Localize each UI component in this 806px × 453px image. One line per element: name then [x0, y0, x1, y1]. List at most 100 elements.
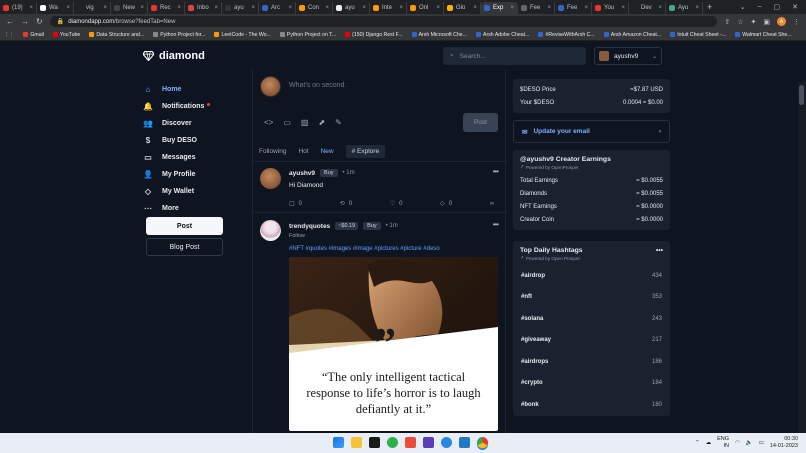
sidebar-post-button[interactable]: Post: [146, 217, 223, 235]
language-indicator[interactable]: ENG IN: [717, 436, 729, 450]
browser-menu-icon[interactable]: ⋮: [793, 18, 800, 26]
browser-tab[interactable]: ayu ×: [222, 2, 259, 14]
more-options-icon[interactable]: •••: [656, 247, 663, 254]
hashtag-row[interactable]: #solana 243: [513, 308, 670, 330]
office-icon[interactable]: [405, 437, 416, 448]
edit-icon[interactable]: ✎: [335, 118, 342, 127]
sidebar-item-notifications[interactable]: 🔔 Notifications: [143, 98, 225, 115]
post-avatar[interactable]: [260, 220, 281, 241]
bookmark-item[interactable]: Intuit Cheat Sheet -...: [670, 32, 726, 38]
close-icon[interactable]: ×: [325, 5, 329, 11]
tab-hot[interactable]: Hot: [298, 148, 308, 155]
share-icon[interactable]: ⇪: [724, 18, 730, 26]
embed-icon[interactable]: ⬈: [318, 118, 325, 127]
post-avatar[interactable]: [260, 168, 281, 189]
search-input[interactable]: ⌕ Search...: [443, 47, 586, 65]
sidebar-item-buy-deso[interactable]: $ Buy DESO: [143, 132, 225, 149]
browser-icon[interactable]: [441, 437, 452, 448]
chrome-icon[interactable]: [477, 437, 488, 448]
browser-tab[interactable]: Con ×: [296, 2, 333, 14]
tab-explore[interactable]: # Explore: [345, 145, 386, 158]
browser-tab[interactable]: Glo ×: [444, 2, 481, 14]
buy-button[interactable]: Buy: [363, 222, 381, 230]
post-options-icon[interactable]: •••: [493, 220, 499, 229]
chevron-up-icon[interactable]: ⌃: [695, 440, 700, 446]
sidebar-item-discover[interactable]: 👥 Discover: [143, 115, 225, 132]
close-icon[interactable]: ×: [658, 5, 662, 11]
hashtag-row[interactable]: #airdrops 186: [513, 351, 670, 373]
hashtag-row[interactable]: #airdrop 434: [513, 265, 670, 287]
bookmark-item[interactable]: YouTube: [52, 32, 80, 38]
app-icon[interactable]: [387, 437, 398, 448]
browser-tab[interactable]: Exp ×: [481, 2, 518, 14]
post-image[interactable]: ” “The only intelligent tactical respons…: [289, 257, 498, 431]
browser-tab[interactable]: Fee ×: [555, 2, 592, 14]
browser-tab[interactable]: Onl ×: [407, 2, 444, 14]
diamond-button[interactable]: ◇ 0: [440, 200, 452, 208]
close-icon[interactable]: ×: [473, 5, 477, 11]
close-icon[interactable]: ×: [66, 5, 70, 11]
minimize-icon[interactable]: –: [758, 3, 762, 11]
page-scrollbar[interactable]: [798, 82, 806, 433]
maximize-icon[interactable]: ▢: [774, 3, 781, 11]
bookmark-item[interactable]: #ReviseWithArsh C...: [538, 32, 595, 38]
browser-tab[interactable]: ayu ×: [333, 2, 370, 14]
volume-icon[interactable]: 🔈: [746, 440, 753, 446]
scrollbar-thumb[interactable]: [799, 85, 804, 105]
browser-tab[interactable]: Wa ×: [37, 2, 74, 14]
browser-tab[interactable]: Dev ×: [629, 2, 666, 14]
post-author[interactable]: trendyquotes: [289, 223, 330, 230]
post-hashtags[interactable]: #NFT #quotes #images #image #pictures #p…: [289, 246, 440, 252]
browser-tab[interactable]: Arc ×: [259, 2, 296, 14]
close-icon[interactable]: ×: [251, 5, 255, 11]
sidebar-item-messages[interactable]: ▭ Messages: [143, 149, 225, 166]
browser-tab[interactable]: Inte ×: [370, 2, 407, 14]
back-icon[interactable]: ←: [6, 17, 14, 26]
composer-post-button[interactable]: Post: [463, 113, 498, 132]
tab-following[interactable]: Following: [259, 148, 286, 155]
browser-tab[interactable]: New ×: [111, 2, 148, 14]
buy-button[interactable]: Buy: [320, 169, 338, 177]
browser-tab[interactable]: vig ×: [74, 2, 111, 14]
close-window-icon[interactable]: ✕: [792, 3, 798, 11]
close-icon[interactable]: ×: [621, 5, 625, 11]
cloud-icon[interactable]: ☁: [706, 440, 712, 446]
reload-icon[interactable]: ↻: [36, 17, 43, 26]
sidebar-item-more[interactable]: ⋯ More: [143, 200, 225, 217]
close-icon[interactable]: ×: [288, 5, 292, 11]
close-icon[interactable]: ×: [29, 5, 33, 11]
bookmark-item[interactable]: Python Project on T...: [279, 32, 336, 38]
hashtag-row[interactable]: #bonk 180: [513, 394, 670, 416]
sidepanel-icon[interactable]: ▣: [763, 18, 770, 26]
code-icon[interactable]: <>: [264, 118, 273, 127]
forward-icon[interactable]: →: [21, 17, 29, 26]
browser-tab[interactable]: Fee ×: [518, 2, 555, 14]
clock[interactable]: 00:30 14-01-2023: [770, 436, 798, 450]
bookmark-item[interactable]: LeetCode - The Wo...: [214, 32, 271, 38]
bookmark-item[interactable]: Arsh Amazon Cheat...: [603, 32, 661, 38]
close-icon[interactable]: ×: [399, 5, 403, 11]
hashtag-row[interactable]: #nft 353: [513, 287, 670, 309]
diamond-logo[interactable]: diamond: [143, 50, 205, 62]
close-icon[interactable]: ×: [584, 5, 588, 11]
star-icon[interactable]: ☆: [737, 18, 743, 26]
close-icon[interactable]: ×: [510, 5, 514, 11]
app-icon[interactable]: [423, 437, 434, 448]
follow-button[interactable]: Follow: [289, 233, 305, 239]
sidebar-item-home[interactable]: ⌂ Home: [143, 81, 225, 98]
bookmark-item[interactable]: Data Structure and...: [89, 32, 144, 38]
browser-tab[interactable]: You ×: [592, 2, 629, 14]
bookmark-item[interactable]: Arsh Microsoft Che...: [411, 32, 467, 38]
tab-new[interactable]: New: [321, 148, 334, 155]
hashtag-row[interactable]: #giveaway 217: [513, 330, 670, 352]
sidebar-item-my-profile[interactable]: 👤 My Profile: [143, 166, 225, 183]
browser-tab[interactable]: Rec ×: [148, 2, 185, 14]
battery-icon[interactable]: ▭: [759, 440, 764, 446]
terminal-icon[interactable]: [369, 437, 380, 448]
post-author[interactable]: ayushv9: [289, 170, 315, 177]
video-icon[interactable]: ▭: [283, 118, 291, 127]
comment-button[interactable]: ▢ 0: [289, 200, 302, 208]
browser-profile-avatar[interactable]: A: [777, 17, 786, 26]
windows-start-icon[interactable]: [333, 437, 344, 448]
image-icon[interactable]: ▨: [301, 118, 309, 127]
